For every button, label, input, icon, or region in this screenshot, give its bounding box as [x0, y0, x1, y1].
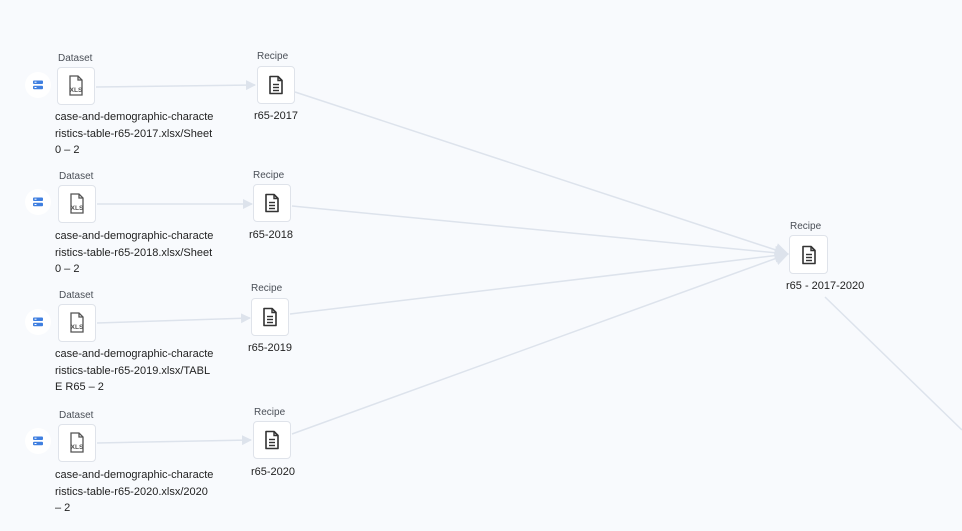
recipe-name-3: r65-2019 — [248, 342, 293, 354]
dataset-name-4: case-and-demographic-characteristics-tab… — [55, 469, 214, 514]
xls-file-icon: XLS — [70, 432, 84, 453]
svg-text:XLS: XLS — [71, 444, 84, 451]
edge-dataset-4-recipe-4 — [96, 435, 252, 446]
recipe-node-1[interactable] — [257, 66, 295, 104]
dataset-source-2[interactable] — [25, 189, 51, 215]
edge-dataset-3-recipe-3 — [96, 313, 251, 324]
dataset-name-1: case-and-demographic-characteristics-tab… — [55, 111, 214, 156]
edge-recipe-1-union — [294, 91, 789, 257]
recipe-name-1: r65-2017 — [254, 110, 299, 122]
recipe-document-icon — [801, 245, 816, 264]
svg-text:XLS: XLS — [71, 205, 84, 212]
recipe-type-label-1: Recipe — [257, 51, 289, 62]
edge-recipe-3-union — [289, 248, 789, 315]
recipe-node-2[interactable] — [253, 184, 291, 222]
dataset-type-label-4: Dataset — [59, 410, 94, 421]
dataset-source-3[interactable] — [25, 309, 51, 335]
svg-text:XLS: XLS — [71, 324, 84, 331]
dataset-name-3: case-and-demographic-characteristics-tab… — [55, 348, 214, 393]
dataset-node-1[interactable]: XLS — [57, 67, 95, 105]
recipe-type-label-4: Recipe — [254, 407, 286, 418]
recipe-name-2: r65-2018 — [249, 229, 294, 241]
edge-dataset-1-recipe-1 — [95, 80, 256, 91]
recipe-node-3[interactable] — [251, 298, 289, 336]
edge-recipe-4-union — [291, 251, 789, 435]
dataset-type-label-1: Dataset — [58, 53, 93, 64]
dataset-source-1[interactable] — [25, 72, 51, 98]
database-source-icon — [33, 436, 43, 446]
edge-union-out — [824, 296, 962, 431]
recipe-type-label-2: Recipe — [253, 170, 285, 181]
svg-text:XLS: XLS — [70, 87, 83, 94]
dataset-type-label-2: Dataset — [59, 171, 94, 182]
edge-recipe-2-union — [291, 205, 789, 260]
recipe-document-icon — [265, 193, 279, 213]
dataset-source-4[interactable] — [25, 428, 51, 454]
recipe-name-4: r65-2020 — [251, 466, 296, 478]
recipe-document-icon — [265, 430, 279, 450]
database-source-icon — [33, 197, 43, 207]
database-source-icon — [33, 317, 43, 327]
flow-canvas[interactable]: Dataset XLS case-and-demographic-charact… — [0, 0, 962, 531]
dataset-node-2[interactable]: XLS — [58, 185, 96, 223]
recipe-document-icon — [263, 307, 277, 327]
dataset-node-3[interactable]: XLS — [58, 304, 96, 342]
recipe-type-label-3: Recipe — [251, 283, 283, 294]
dataset-node-4[interactable]: XLS — [58, 424, 96, 462]
xls-file-icon: XLS — [69, 75, 83, 96]
xls-file-icon: XLS — [70, 193, 84, 214]
xls-file-icon: XLS — [70, 312, 84, 333]
union-recipe-node[interactable] — [789, 235, 828, 274]
dataset-name-2: case-and-demographic-characteristics-tab… — [55, 230, 214, 275]
database-source-icon — [33, 80, 43, 90]
dataset-type-label-3: Dataset — [59, 290, 94, 301]
union-recipe-name: r65 - 2017-2020 — [786, 280, 865, 292]
recipe-node-4[interactable] — [253, 421, 291, 459]
union-recipe-type-label: Recipe — [790, 221, 822, 232]
recipe-document-icon — [269, 75, 283, 95]
